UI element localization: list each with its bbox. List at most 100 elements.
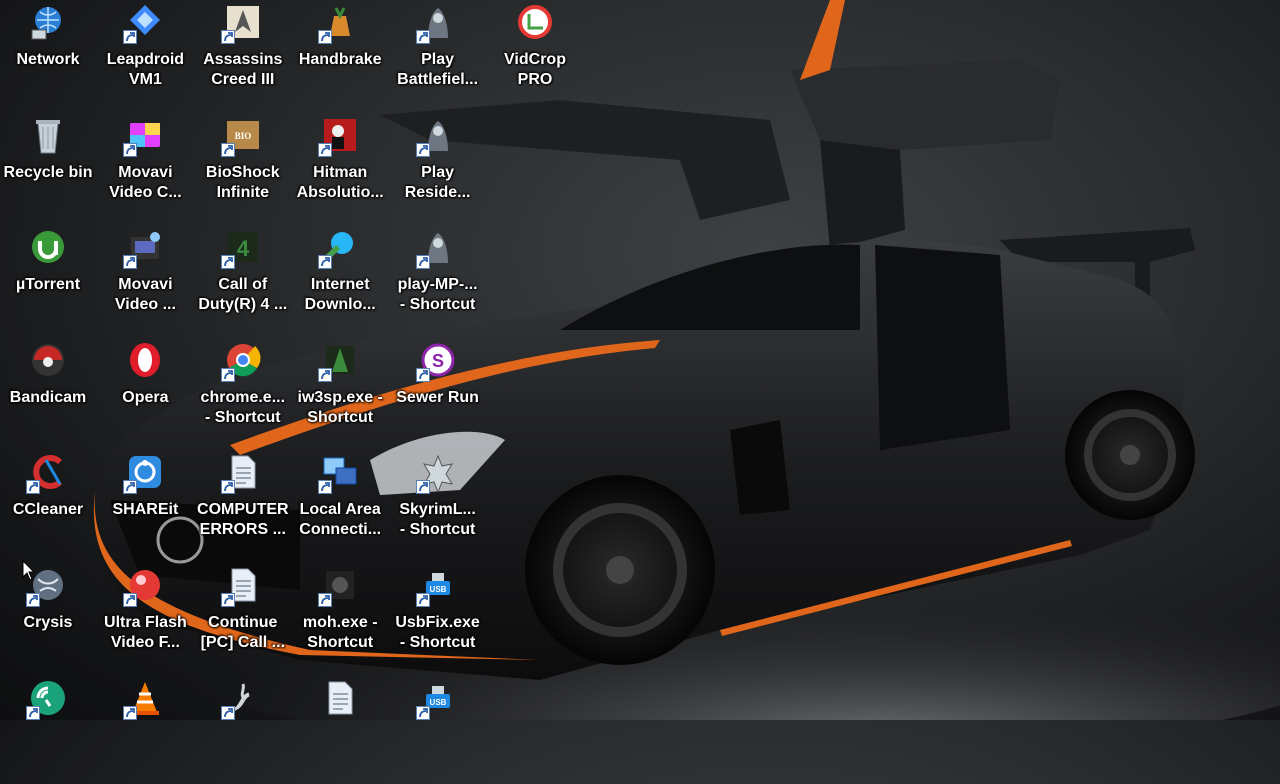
shortcut-arrow-icon — [220, 367, 235, 382]
shortcut-arrow-icon — [318, 367, 333, 382]
bandicam-icon — [26, 338, 70, 382]
shortcut-arrow-icon — [318, 480, 333, 495]
desktop-icon-utorrent[interactable]: µTorrent — [0, 225, 96, 333]
desktop-icon-label: Ultra Flash Video F... — [104, 614, 187, 651]
desktop-icon-label: Internet Downlo... — [304, 276, 376, 314]
usbfix-icon: USB — [415, 676, 460, 720]
idm-icon — [318, 225, 362, 270]
desktop-icon-area: Network Recycle bin µTorrent Bandicam CClean… — [0, 0, 1280, 720]
desktop-icon-resident-evil[interactable]: Play Reside... — [390, 113, 486, 221]
svg-text:BIO: BIO — [235, 131, 252, 141]
desktop-icon-movavi-editor[interactable]: Movavi Video ... — [97, 225, 193, 333]
desktop-icon-label: Hitman Absolutio... — [296, 163, 384, 201]
leapdroid-icon — [123, 0, 167, 44]
handbrake-icon — [318, 0, 362, 44]
desktop-icon-idm[interactable]: Internet Downlo... — [292, 225, 388, 333]
desktop-icon-movavi-converter[interactable]: Movavi Video C... — [97, 113, 193, 221]
moh-icon — [318, 563, 362, 607]
desktop-icon-label: VidCrop PRO — [504, 51, 566, 88]
desktop-icon-ccleaner[interactable]: CCleaner — [0, 450, 96, 558]
desktop-icon-label: Opera — [122, 388, 169, 406]
desktop-icon-assassins-creed[interactable]: Assassins Creed III — [195, 0, 291, 108]
battlefield-icon — [415, 0, 460, 44]
desktop-icon-file[interactable] — [292, 676, 388, 784]
call-of-duty-icon: 4 — [220, 225, 265, 270]
utorrent-icon — [26, 225, 70, 269]
desktop-icon-label: Local Area Connecti... — [299, 501, 382, 539]
shortcut-arrow-icon — [318, 255, 333, 270]
document-icon — [220, 450, 265, 495]
desktop-icon-label: Recycle bin — [3, 163, 93, 181]
mouse-pointer-icon — [22, 560, 36, 581]
desktop-icon-opera[interactable]: Opera — [97, 338, 193, 446]
desktop-icon-audio-app[interactable] — [0, 676, 96, 784]
shortcut-arrow-icon — [123, 255, 138, 270]
desktop-icon-sewer-run[interactable]: S Sewer Run — [390, 338, 486, 446]
shortcut-arrow-icon — [415, 255, 430, 270]
assassins-creed-icon — [220, 0, 265, 44]
shortcut-arrow-icon — [123, 593, 138, 607]
resident-evil-icon — [415, 113, 460, 157]
desktop-icon-label: play-MP-... - Shortcut — [397, 276, 478, 314]
desktop-icon-label: Continue [PC] Call ... — [200, 614, 286, 651]
ccleaner-icon — [26, 450, 70, 495]
desktop-icon-vlc[interactable] — [97, 676, 193, 784]
desktop-icon-steam[interactable] — [195, 676, 291, 784]
shortcut-arrow-icon — [415, 142, 430, 157]
svg-text:4: 4 — [237, 236, 250, 261]
desktop-icon-document[interactable]: COMPUTER ERRORS ... — [195, 450, 291, 558]
desktop-icon-hitman[interactable]: Hitman Absolutio... — [292, 113, 388, 221]
desktop-icon-skyrim[interactable]: SkyrimL... - Shortcut — [390, 450, 486, 558]
desktop-icon-text-file[interactable]: Continue [PC] Call ... — [195, 563, 291, 671]
shortcut-arrow-icon — [318, 142, 333, 157]
desktop-icon-handbrake[interactable]: Handbrake — [292, 0, 388, 108]
desktop-icon-ultra-flash[interactable]: Ultra Flash Video F... — [97, 563, 193, 671]
desktop-icon-chrome[interactable]: chrome.e... - Shortcut — [195, 338, 291, 446]
local-area-connection-icon — [318, 450, 362, 495]
shortcut-arrow-icon — [415, 480, 430, 495]
movavi-converter-icon — [123, 113, 167, 157]
movavi-editor-icon — [123, 225, 167, 270]
shortcut-arrow-icon — [123, 142, 138, 157]
desktop-icon-label: Play Battlefiel... — [397, 51, 479, 88]
desktop-icon-crysis[interactable]: Crysis — [0, 563, 96, 671]
desktop-icon-network[interactable]: Network — [0, 0, 96, 108]
desktop-icon-shareit[interactable]: SHAREit — [97, 450, 193, 558]
vlc-icon — [123, 676, 167, 720]
shortcut-arrow-icon — [123, 480, 138, 495]
shortcut-arrow-icon — [415, 593, 430, 607]
recycle-bin-icon — [26, 113, 70, 157]
desktop-icon-bandicam[interactable]: Bandicam — [0, 338, 96, 446]
file-icon — [318, 676, 362, 720]
desktop-icon-label: iw3sp.exe - Shortcut — [297, 388, 383, 426]
desktop-icon-usbfix[interactable]: USB — [390, 676, 486, 784]
desktop-icon-label: Play Reside... — [404, 163, 471, 201]
desktop-icon-moh[interactable]: moh.exe - Shortcut — [292, 563, 388, 671]
desktop-icon-label: moh.exe - Shortcut — [302, 614, 378, 651]
shortcut-arrow-icon — [318, 593, 333, 607]
desktop-icon-vidcrop[interactable]: VidCrop PRO — [487, 0, 583, 108]
desktop-icon-label: UsbFix.exe - Shortcut — [395, 614, 480, 651]
desktop-icon-local-area-connection[interactable]: Local Area Connecti... — [292, 450, 388, 558]
shortcut-arrow-icon — [318, 30, 333, 44]
desktop-icon-label: BioShock Infinite — [205, 163, 280, 201]
desktop-icon-label: Call of Duty(R) 4 ... — [198, 276, 288, 314]
desktop-icon-label: CCleaner — [12, 501, 84, 519]
desktop-icon-usbfix[interactable]: USB UsbFix.exe - Shortcut — [390, 563, 486, 671]
shortcut-arrow-icon — [220, 593, 235, 607]
shareit-icon — [123, 450, 167, 495]
svg-text:USB: USB — [429, 585, 446, 594]
desktop-icon-label: Crysis — [23, 614, 73, 631]
desktop-icon-iw3sp[interactable]: iw3sp.exe - Shortcut — [292, 338, 388, 446]
shortcut-arrow-icon — [220, 255, 235, 270]
desktop-icon-label: SkyrimL... - Shortcut — [399, 501, 476, 539]
desktop-icon-play-mp[interactable]: play-MP-... - Shortcut — [390, 225, 486, 333]
desktop-icon-bioshock[interactable]: BIO BioShock Infinite — [195, 113, 291, 221]
desktop-icon-recycle-bin[interactable]: Recycle bin — [0, 113, 96, 221]
desktop-icon-leapdroid[interactable]: Leapdroid VM1 — [97, 0, 193, 108]
skyrim-icon — [415, 450, 460, 495]
svg-text:USB: USB — [429, 698, 446, 707]
desktop-icon-battlefield[interactable]: Play Battlefiel... — [390, 0, 486, 108]
iw3sp-icon — [318, 338, 362, 382]
desktop-icon-call-of-duty[interactable]: 4 Call of Duty(R) 4 ... — [195, 225, 291, 333]
